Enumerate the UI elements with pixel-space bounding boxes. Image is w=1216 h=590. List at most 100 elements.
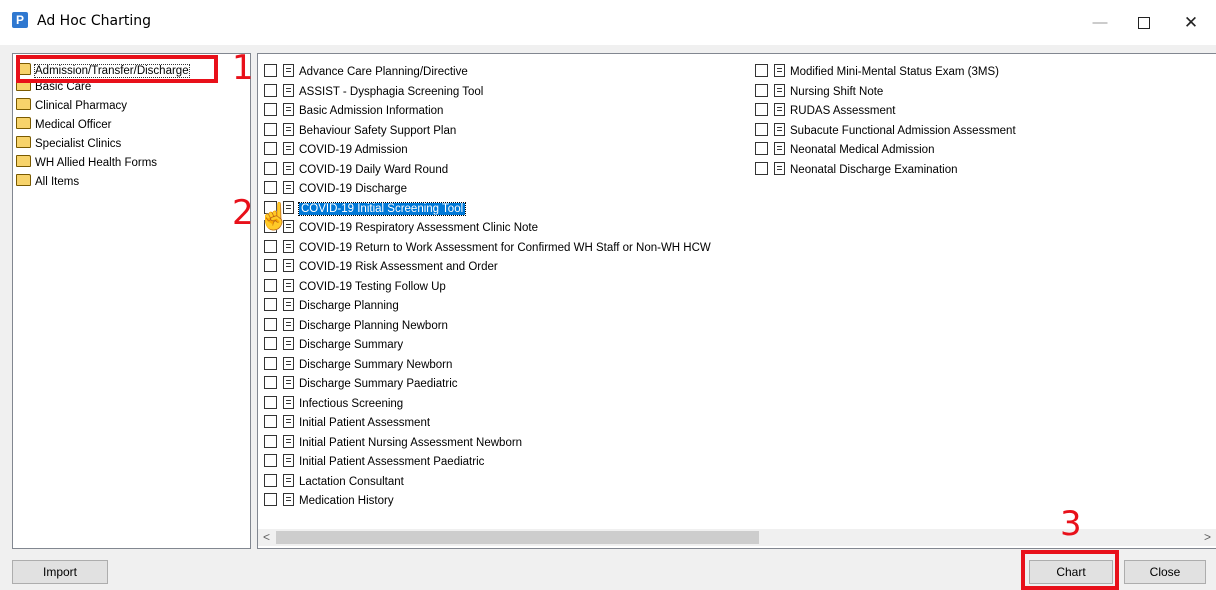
window-title: Ad Hoc Charting xyxy=(37,13,152,29)
scroll-left-button[interactable]: < xyxy=(258,529,275,546)
form-checkbox[interactable] xyxy=(264,83,277,97)
step1-number: 1 xyxy=(232,48,254,88)
pane-splitter[interactable] xyxy=(252,53,256,547)
form-checkbox[interactable] xyxy=(264,259,277,272)
document-icon xyxy=(283,83,294,97)
form-checkbox[interactable] xyxy=(264,142,277,155)
form-checkbox[interactable] xyxy=(264,454,277,467)
form-checkbox[interactable] xyxy=(755,161,768,175)
category-label: Specialist Clinics xyxy=(35,138,122,150)
folder-icon xyxy=(16,136,31,148)
form-list-item[interactable]: COVID-19 Daily Ward Round xyxy=(264,161,449,179)
form-checkbox[interactable] xyxy=(755,83,768,97)
import-button[interactable]: Import xyxy=(12,560,108,584)
form-checkbox[interactable] xyxy=(264,473,277,487)
form-checkbox[interactable] xyxy=(264,317,277,331)
form-list-item[interactable]: Basic Admission Information xyxy=(264,103,443,120)
form-label: Infectious Screening xyxy=(299,397,404,410)
form-list-item[interactable]: Discharge Planning Newborn xyxy=(264,317,448,335)
form-list-item[interactable]: ASSIST - Dysphagia Screening Tool xyxy=(264,83,484,101)
form-checkbox[interactable] xyxy=(264,122,277,136)
minimize-button[interactable]: — xyxy=(1077,8,1123,38)
document-icon xyxy=(283,161,294,175)
form-list-item[interactable]: COVID-19 Admission xyxy=(264,142,408,159)
form-list-item[interactable]: COVID-19 Discharge xyxy=(264,181,407,198)
form-checkbox[interactable] xyxy=(264,493,277,506)
step3-number: 3 xyxy=(1060,504,1082,544)
scroll-right-button[interactable]: > xyxy=(1199,529,1216,546)
form-checkbox[interactable] xyxy=(264,415,277,428)
form-checkbox[interactable] xyxy=(264,161,277,175)
form-list-item[interactable]: Lactation Consultant xyxy=(264,473,404,491)
document-icon xyxy=(283,376,294,389)
form-list-item[interactable]: Subacute Functional Admission Assessment xyxy=(755,122,1016,140)
form-checkbox[interactable] xyxy=(264,395,277,409)
document-icon xyxy=(283,142,294,155)
form-label: COVID-19 Admission xyxy=(299,144,408,156)
document-icon xyxy=(283,122,294,136)
form-checkbox[interactable] xyxy=(264,376,277,389)
document-icon xyxy=(283,181,294,194)
form-list-item[interactable]: COVID-19 Return to Work Assessment for C… xyxy=(264,239,711,257)
form-label: ASSIST - Dysphagia Screening Tool xyxy=(299,85,484,98)
category-list[interactable]: Admission/Transfer/Discharge Basic Care Cl… xyxy=(12,53,251,549)
form-list-item[interactable]: Behaviour Safety Support Plan xyxy=(264,122,456,140)
category-item[interactable]: Clinical Pharmacy xyxy=(15,98,127,115)
form-checkbox[interactable] xyxy=(264,356,277,370)
close-window-button[interactable]: ✕ xyxy=(1168,8,1214,38)
scrollbar-thumb[interactable] xyxy=(276,531,759,544)
form-list-item[interactable]: Nursing Shift Note xyxy=(755,83,883,101)
form-checkbox[interactable] xyxy=(264,434,277,448)
form-checkbox[interactable] xyxy=(264,239,277,253)
form-checkbox[interactable] xyxy=(264,337,277,350)
form-list-item[interactable]: Discharge Summary Newborn xyxy=(264,356,452,374)
document-icon xyxy=(283,239,294,253)
form-label: Discharge Planning xyxy=(299,300,399,312)
form-list-item[interactable]: Discharge Planning xyxy=(264,298,399,315)
form-checkbox[interactable] xyxy=(755,64,768,77)
form-list-item[interactable]: COVID-19 Risk Assessment and Order xyxy=(264,259,498,276)
document-icon xyxy=(283,415,294,428)
form-label: COVID-19 Daily Ward Round xyxy=(299,163,449,176)
form-list-item[interactable]: COVID-19 Initial Screening Tool xyxy=(264,200,467,218)
form-label: Modified Mini-Mental Status Exam (3MS) xyxy=(790,66,999,78)
form-checkbox[interactable] xyxy=(264,103,277,116)
form-checkbox[interactable] xyxy=(755,103,768,116)
document-icon xyxy=(283,317,294,331)
document-icon xyxy=(774,64,785,77)
form-checkbox[interactable] xyxy=(755,122,768,136)
form-list-item[interactable]: Neonatal Discharge Examination xyxy=(755,161,957,179)
form-checkbox[interactable] xyxy=(264,64,277,77)
form-list-item[interactable]: RUDAS Assessment xyxy=(755,103,895,120)
form-checkbox[interactable] xyxy=(264,278,277,292)
form-checkbox[interactable] xyxy=(264,298,277,311)
folder-icon xyxy=(16,98,31,110)
document-icon xyxy=(283,395,294,409)
form-list-item[interactable]: Discharge Summary xyxy=(264,337,403,354)
form-label: COVID-19 Discharge xyxy=(299,183,408,195)
form-list-item[interactable]: Infectious Screening xyxy=(264,395,404,413)
form-list-item[interactable]: Initial Patient Assessment Paediatric xyxy=(264,454,484,471)
form-label: COVID-19 Respiratory Assessment Clinic N… xyxy=(299,222,539,234)
form-list-item[interactable]: Initial Patient Assessment xyxy=(264,415,430,432)
form-list-item[interactable]: Medication History xyxy=(264,493,394,510)
folder-icon xyxy=(16,155,31,167)
form-list-item[interactable]: COVID-19 Testing Follow Up xyxy=(264,278,446,296)
form-checkbox[interactable] xyxy=(264,181,277,194)
form-label: Neonatal Medical Admission xyxy=(790,144,935,156)
category-item[interactable]: WH Allied Health Forms xyxy=(15,155,157,172)
category-item[interactable]: All Items xyxy=(15,174,79,191)
document-icon xyxy=(774,122,785,136)
form-list-item[interactable]: Modified Mini-Mental Status Exam (3MS) xyxy=(755,64,999,81)
form-checkbox[interactable] xyxy=(755,142,768,155)
form-list-item[interactable]: Initial Patient Nursing Assessment Newbo… xyxy=(264,434,522,452)
maximize-button[interactable] xyxy=(1121,8,1167,38)
category-item[interactable]: Specialist Clinics xyxy=(15,136,121,153)
form-list-item[interactable]: COVID-19 Respiratory Assessment Clinic N… xyxy=(264,220,538,237)
form-list-item[interactable]: Discharge Summary Paediatric xyxy=(264,376,458,393)
category-item[interactable]: Medical Officer xyxy=(15,117,111,134)
close-button[interactable]: Close xyxy=(1124,560,1206,584)
form-list-item[interactable]: Advance Care Planning/Directive xyxy=(264,64,468,81)
forms-list[interactable]: Advance Care Planning/Directive ASSIST - … xyxy=(257,53,1216,549)
form-list-item[interactable]: Neonatal Medical Admission xyxy=(755,142,934,159)
